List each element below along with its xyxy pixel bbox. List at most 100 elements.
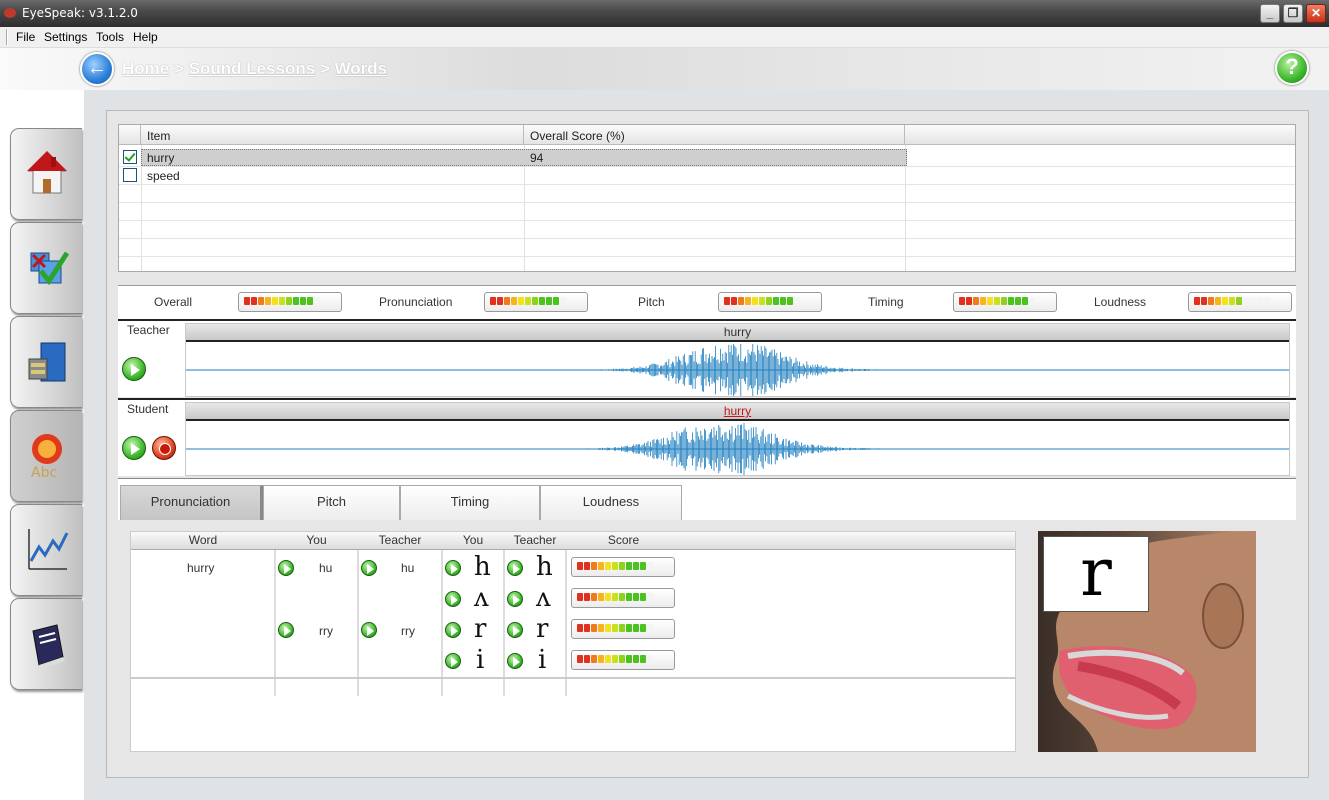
meter-segment: [1222, 297, 1228, 305]
meter-segment: [640, 655, 646, 663]
meter-segment: [1250, 297, 1256, 305]
teacher-phoneme-play-button[interactable]: [507, 622, 523, 638]
teacher-play-button[interactable]: [122, 357, 146, 381]
app-icon: [4, 8, 16, 18]
sidebar-database-button[interactable]: [10, 316, 82, 408]
sidebar-sounds-button[interactable]: Abc: [10, 410, 82, 502]
menu-grip: [6, 29, 8, 45]
breadcrumb-home[interactable]: Home: [122, 59, 169, 78]
you-phoneme-play-button[interactable]: [445, 622, 461, 638]
meter-segment: [738, 297, 744, 305]
grid-divider: [565, 550, 567, 696]
cabinet-icon: [28, 342, 66, 382]
menu-help[interactable]: Help: [133, 30, 158, 44]
row-checkbox[interactable]: [123, 168, 137, 182]
meter-segment: [766, 297, 772, 305]
menu-tools[interactable]: Tools: [96, 30, 124, 44]
teacher-wave-graph: [186, 344, 1289, 396]
teacher-phoneme-play-button[interactable]: [507, 653, 523, 669]
menu-file[interactable]: File: [16, 30, 35, 44]
teacher-word: hurry: [186, 324, 1289, 342]
sidebar-progress-button[interactable]: [10, 504, 82, 596]
sidebar-home-button[interactable]: [10, 128, 82, 220]
pronunciation-grid: Word You Teacher You Teacher Score hurry…: [130, 531, 1016, 752]
student-waveform[interactable]: hurry: [185, 402, 1290, 476]
svg-text:Abc: Abc: [31, 465, 57, 481]
meter-segment: [1264, 297, 1270, 305]
meter-segment: [633, 593, 639, 601]
you-syllable-play-button[interactable]: [278, 622, 294, 638]
breadcrumb-sound-lessons[interactable]: Sound Lessons: [189, 59, 316, 78]
meter-segment: [1008, 297, 1014, 305]
back-button[interactable]: ←: [80, 52, 114, 86]
meter-segment: [584, 593, 590, 601]
column-header-score[interactable]: Overall Score (%): [524, 125, 905, 145]
teacher-syllable-play-button[interactable]: [361, 622, 377, 638]
tab-bar: Pronunciation Pitch Timing Loudness: [118, 478, 1296, 521]
you-phoneme-play-button[interactable]: [445, 560, 461, 576]
teacher-waveform[interactable]: hurry: [185, 323, 1290, 397]
breadcrumb: Home > Sound Lessons > Words: [122, 59, 387, 79]
grid-divider: [503, 550, 505, 696]
meter-segment: [619, 562, 625, 570]
meter-segment: [577, 593, 583, 601]
loudness-label: Loudness: [1094, 295, 1147, 309]
meter-segment: [1194, 297, 1200, 305]
breadcrumb-words[interactable]: Words: [335, 59, 388, 78]
sidebar: Abc: [0, 90, 84, 800]
minimize-button[interactable]: _: [1260, 4, 1280, 23]
tab-pronunciation[interactable]: Pronunciation: [120, 485, 263, 521]
meter-segment: [1029, 297, 1035, 305]
header-teacher-phoneme: Teacher: [504, 532, 566, 550]
meter-segment: [577, 624, 583, 632]
meter-segment: [258, 297, 264, 305]
meter-segment: [794, 297, 800, 305]
meter-segment: [1236, 297, 1242, 305]
teacher-phoneme: h: [536, 552, 553, 582]
table-row[interactable]: hurry 94: [119, 149, 1295, 167]
tab-pitch[interactable]: Pitch: [263, 485, 400, 521]
record-button[interactable]: [152, 436, 176, 460]
sidebar-dictionary-button[interactable]: [10, 598, 82, 690]
meter-segment: [251, 297, 257, 305]
sidebar-checklist-button[interactable]: [10, 222, 82, 314]
grid-divider: [357, 550, 359, 696]
meter-segment: [633, 655, 639, 663]
teacher-syllable-play-button[interactable]: [361, 560, 377, 576]
you-phoneme-play-button[interactable]: [445, 591, 461, 607]
score-bar: Overall Pronunciation Pitch Timing Loudn…: [118, 285, 1296, 319]
restore-button[interactable]: ❐: [1283, 4, 1303, 23]
meter-segment: [1001, 297, 1007, 305]
meter-segment: [584, 562, 590, 570]
student-play-button[interactable]: [122, 436, 146, 460]
meter-segment: [973, 297, 979, 305]
student-wave-graph: [186, 423, 1289, 475]
grid-divider: [441, 550, 443, 696]
meter-segment: [605, 562, 611, 570]
tab-loudness[interactable]: Loudness: [540, 485, 682, 521]
teacher-phoneme-play-button[interactable]: [507, 560, 523, 576]
table-row[interactable]: speed: [119, 167, 1295, 185]
meter-segment: [647, 562, 653, 570]
row-checkbox[interactable]: [123, 150, 137, 164]
you-syllable-play-button[interactable]: [278, 560, 294, 576]
menu-settings[interactable]: Settings: [44, 30, 87, 44]
meter-segment: [1243, 297, 1249, 305]
meter-segment: [265, 297, 271, 305]
meter-segment: [619, 655, 625, 663]
pitch-meter: [718, 292, 822, 312]
column-header-item[interactable]: Item: [141, 125, 524, 145]
you-phoneme-play-button[interactable]: [445, 653, 461, 669]
student-label: Student: [127, 402, 169, 416]
teacher-syllable: rry: [401, 624, 415, 638]
help-button[interactable]: ?: [1275, 51, 1309, 85]
meter-segment: [612, 562, 618, 570]
tab-timing[interactable]: Timing: [400, 485, 540, 521]
close-button[interactable]: ✕: [1306, 4, 1326, 23]
dictionary-icon: [32, 624, 65, 669]
meter-segment: [539, 297, 545, 305]
meter-segment: [279, 297, 285, 305]
teacher-phoneme-play-button[interactable]: [507, 591, 523, 607]
you-syllable: hu: [319, 561, 333, 575]
meter-segment: [647, 593, 653, 601]
